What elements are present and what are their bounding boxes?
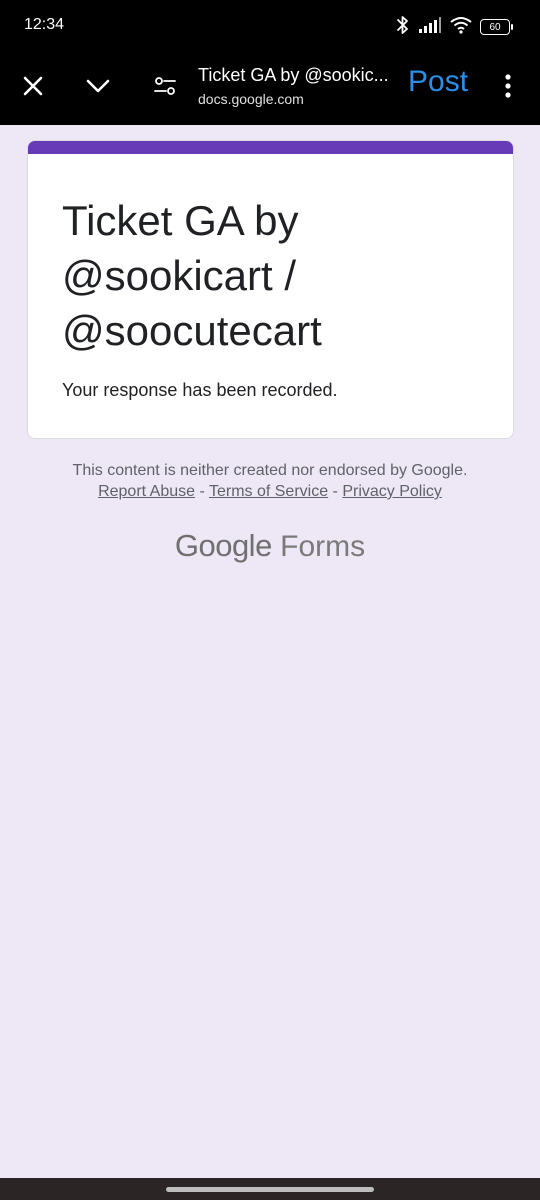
link-separator: - — [328, 483, 343, 500]
page-settings-button[interactable] — [145, 68, 185, 108]
battery-level: 60 — [489, 21, 501, 33]
page-settings-icon — [153, 75, 177, 102]
navigation-bar — [0, 1178, 540, 1200]
link-separator: - — [195, 483, 209, 500]
status-time: 12:34 — [24, 16, 65, 33]
disclaimer: This content is neither created nor endo… — [72, 462, 468, 479]
footer-links: Report Abuse - Terms of Service - Privac… — [0, 481, 540, 502]
page-title: Ticket GA by @sookic... — [198, 65, 389, 85]
terms-link[interactable]: Terms of Service — [209, 483, 328, 500]
browser-toolbar: Ticket GA by @sookic... docs.google.com … — [0, 52, 540, 125]
page-info[interactable]: Ticket GA by @sookic... docs.google.com — [198, 64, 398, 108]
close-icon — [22, 75, 44, 102]
footer: This content is neither created nor endo… — [0, 460, 540, 502]
minimize-button[interactable] — [78, 68, 118, 108]
logo-forms: Forms — [280, 530, 366, 563]
signal-icon — [418, 16, 442, 39]
post-button[interactable]: Post — [408, 62, 468, 102]
form-title: Ticket GA by @sookicart / @soocutecart — [62, 197, 322, 354]
logo-google: Google — [174, 528, 272, 563]
status-icons: 60 — [396, 15, 513, 40]
privacy-link[interactable]: Privacy Policy — [342, 483, 442, 500]
response-card: Ticket GA by @sookicart / @soocutecart Y… — [27, 140, 514, 439]
page-url: docs.google.com — [198, 91, 304, 107]
close-button[interactable] — [13, 68, 53, 108]
bluetooth-icon — [396, 15, 410, 40]
confirmation-message: Your response has been recorded. — [62, 380, 338, 400]
report-abuse-link[interactable]: Report Abuse — [98, 483, 195, 500]
status-bar: 12:34 60 — [0, 0, 540, 52]
card-accent-bar — [28, 141, 513, 154]
wifi-icon — [450, 16, 472, 39]
top-bar: 12:34 60 Ticket GA by @sookic... docs.go… — [0, 0, 540, 125]
battery-icon: 60 — [480, 19, 513, 35]
more-vert-icon — [504, 73, 512, 104]
chevron-down-icon — [85, 77, 111, 100]
more-options-button[interactable] — [488, 68, 528, 108]
google-forms-logo[interactable]: Google Forms — [0, 528, 540, 564]
home-indicator[interactable] — [166, 1187, 374, 1192]
